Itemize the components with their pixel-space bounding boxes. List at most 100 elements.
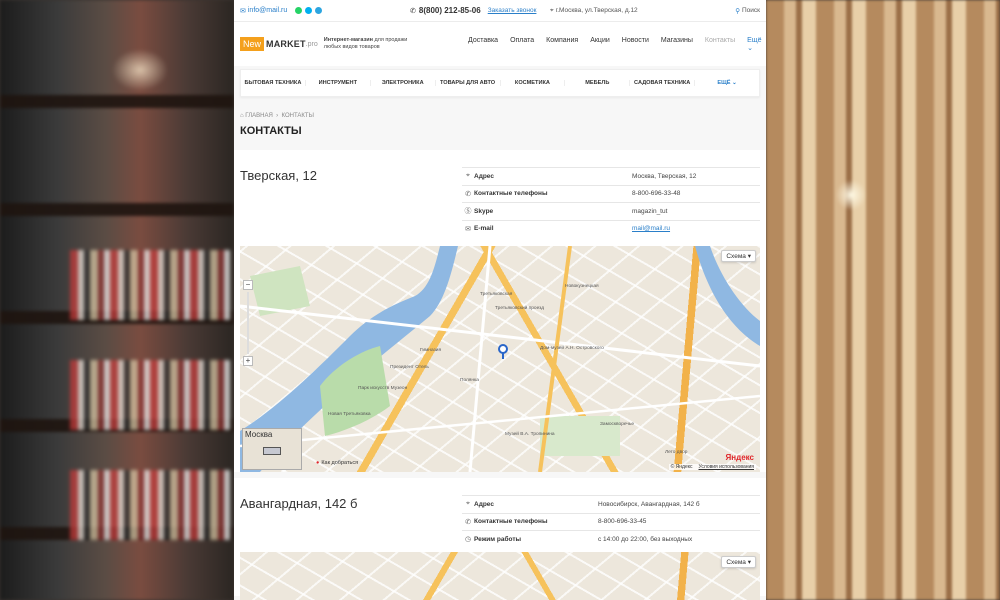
topbar: ✉ info@mail.ru ✆ 8(800) 212-85-06 Заказат… — [234, 0, 766, 22]
bookshelf — [70, 470, 230, 540]
nav-item[interactable]: Акции — [590, 37, 610, 52]
phone-block: ✆ 8(800) 212-85-06 Заказать звонок — [410, 6, 536, 15]
category-more-label: Ещё — [717, 79, 731, 86]
map[interactable]: Третьяковская Новокузнецкая Замоскворечь… — [240, 246, 760, 472]
map-label: Третьяковский проезд — [495, 306, 545, 311]
zoom-slider[interactable] — [247, 292, 249, 354]
store-title: Авангардная, 142 б — [240, 496, 358, 511]
breadcrumb-separator: › — [274, 113, 280, 119]
skype-icon: Ⓢ — [464, 208, 472, 216]
zoom-in-button[interactable]: + — [243, 356, 253, 366]
whatsapp-icon[interactable] — [295, 7, 303, 14]
zoom-out-button[interactable]: − — [243, 280, 253, 290]
category-item[interactable]: Бытовая техника — [241, 79, 306, 87]
breadcrumb: ⌂ Главная › Контакты — [240, 113, 766, 119]
nav-item[interactable]: Оплата — [510, 37, 534, 52]
info-label: Skype — [474, 207, 494, 215]
category-item[interactable]: Инструмент — [306, 79, 371, 87]
map-copyright: © Яндекс Условия использования — [668, 464, 756, 470]
info-row-phones: ✆ Контактные телефоны 8-800-696-33-48 — [462, 184, 760, 203]
map-label: Президент Отель — [390, 365, 429, 370]
category-item[interactable]: Мебель — [565, 79, 631, 87]
phone-number[interactable]: 8(800) 212-85-06 — [419, 6, 481, 15]
location-icon: ⌖ — [550, 6, 554, 14]
street — [468, 246, 492, 472]
category-item[interactable]: Косметика — [501, 79, 566, 87]
phone-icon: ✆ — [465, 518, 471, 526]
info-row-phones: ✆ Контактные телефоны 8-800-696-33-45 — [462, 512, 760, 531]
info-label: Адрес — [474, 500, 494, 508]
minimap[interactable]: Москва — [242, 428, 302, 470]
email-link[interactable]: ✉ info@mail.ru — [240, 7, 287, 15]
route-pin-icon: ● — [316, 460, 320, 466]
location-icon: ⌖ — [466, 172, 470, 180]
logo-new: New — [240, 37, 265, 51]
address: ⌖ г.Москва, ул.Тверская, д.12 — [550, 6, 638, 15]
category-item[interactable]: Электроника — [371, 79, 436, 87]
store-info: ⌖ Адрес Москва, Тверская, 12 ✆ Контактные т… — [462, 167, 760, 237]
info-value[interactable]: 8-800-696-33-45 — [598, 518, 646, 525]
phone-icon: ✆ — [465, 190, 471, 198]
search-icon: ⚲ — [735, 7, 740, 15]
mail-icon: ✉ — [240, 7, 246, 15]
map-label: Полянка — [460, 378, 479, 383]
mail-icon: ✉ — [465, 225, 471, 233]
map-canvas — [240, 246, 760, 472]
map-label: Лето двор — [665, 450, 688, 455]
nav-more[interactable]: Ещё ⌄ — [747, 37, 766, 52]
map[interactable]: Схема ▾ — [240, 552, 760, 600]
category-more[interactable]: Ещё ⌄ — [695, 80, 759, 87]
tagline-bold: Интернет-магазин — [323, 36, 373, 43]
map-label: Замоскворечье — [600, 422, 635, 427]
nav-item[interactable]: Компания — [546, 37, 578, 52]
info-label: Контактные телефоны — [474, 190, 548, 198]
map-label: Третьяковская — [480, 292, 513, 297]
category-item[interactable]: Садовая техника — [630, 79, 696, 87]
main-nav: Доставка Оплата Компания Акции Новости М… — [468, 37, 766, 52]
info-row-address: ⌖ Адрес Москва, Тверская, 12 — [462, 167, 760, 185]
skype-icon[interactable] — [305, 7, 313, 14]
chevron-down-icon: ⌄ — [747, 44, 754, 52]
category-item[interactable]: Товары для авто — [436, 79, 501, 87]
tagline: Интернет-магазин для продажи любых видов… — [324, 37, 424, 51]
telegram-icon[interactable] — [315, 7, 323, 14]
clock-icon: ◷ — [464, 536, 472, 544]
logo-market: MARKET — [266, 39, 306, 49]
info-row-email: ✉ E-mail mail@mail.ru — [462, 219, 760, 238]
map-marker-icon[interactable] — [498, 344, 508, 359]
home-icon: ⌂ — [240, 113, 244, 119]
info-value[interactable]: magazin_tut — [632, 208, 667, 215]
minimap-label: Москва — [245, 430, 273, 439]
map-label: Гимназия — [420, 348, 442, 353]
nav-more-label: Ещё — [747, 36, 762, 44]
terms-link[interactable]: Условия использования — [699, 464, 755, 470]
callback-link[interactable]: Заказать звонок — [488, 7, 537, 14]
zoom-control: − + — [243, 280, 253, 366]
page: ✉ info@mail.ru ✆ 8(800) 212-85-06 Заказат… — [234, 0, 766, 600]
map-scheme-button[interactable]: Схема ▾ — [721, 250, 756, 262]
nav-item[interactable]: Новости — [622, 37, 649, 52]
breadcrumb-current: Контакты — [281, 113, 314, 119]
map-label: Новокузнецкая — [565, 284, 599, 289]
map-label: Музей В.А. Тропинина — [505, 432, 555, 437]
logo-pro: .pro — [305, 40, 318, 48]
nav-item[interactable]: Доставка — [468, 37, 498, 52]
nav-item[interactable]: Магазины — [661, 37, 693, 52]
email-link[interactable]: mail@mail.ru — [632, 225, 670, 232]
info-value: с 14:00 до 22:00, без выходных — [598, 535, 693, 543]
map-scheme-button[interactable]: Схема ▾ — [721, 556, 756, 568]
background-photo-left — [0, 0, 234, 600]
map-label: Парк искусств Музеон — [358, 386, 408, 391]
yandex-logo: Яндекс — [726, 453, 754, 462]
search-button[interactable]: ⚲ Поиск — [735, 7, 760, 15]
breadcrumb-home[interactable]: Главная — [245, 113, 273, 119]
phone-icon: ✆ — [410, 7, 416, 15]
logo[interactable]: New MARKET .pro — [240, 37, 318, 51]
nav-item-active[interactable]: Контакты — [705, 37, 735, 52]
info-label: Адрес — [474, 172, 494, 180]
chevron-down-icon: ⌄ — [732, 79, 737, 86]
copyright-text: © Яндекс — [670, 464, 693, 470]
route-link[interactable]: ● Как добраться — [316, 460, 358, 466]
info-value[interactable]: 8-800-696-33-48 — [632, 190, 680, 197]
category-bar: Бытовая техника Инструмент Электроника Т… — [240, 69, 760, 97]
